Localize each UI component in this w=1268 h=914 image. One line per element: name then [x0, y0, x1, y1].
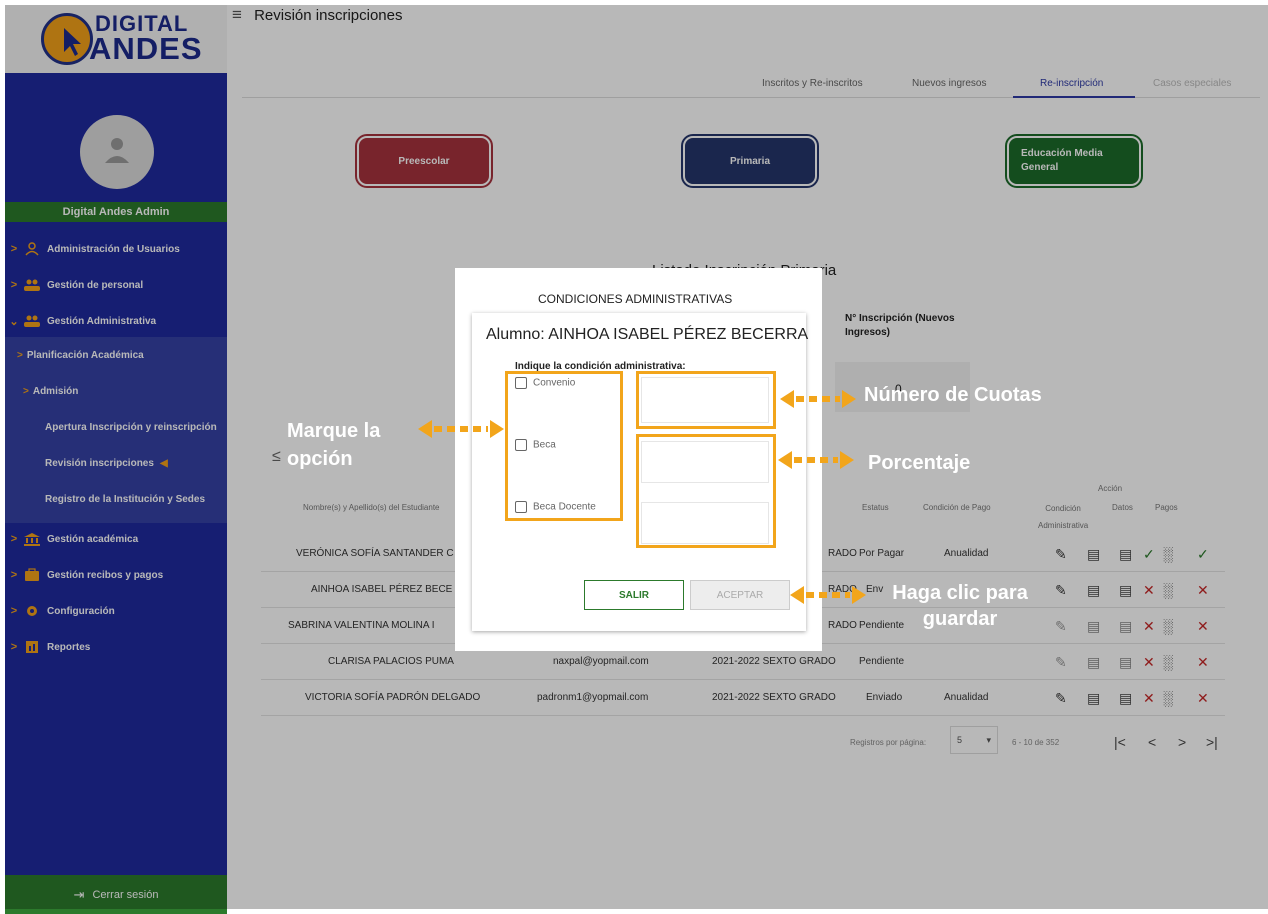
annotation-arrow-icon — [780, 390, 856, 408]
annotation-arrow-icon — [418, 420, 504, 438]
accept-button[interactable]: ACEPTAR — [690, 580, 790, 610]
annotation-guardar: Haga clic para guardar — [892, 582, 1028, 630]
annotation-arrow-icon — [790, 586, 866, 604]
annotation-select: Marque la opción — [287, 420, 381, 470]
dialog-title: CONDICIONES ADMINISTRATIVAS — [538, 292, 733, 306]
annotation-box-cuotas — [636, 371, 776, 429]
student-name: Alumno: AINHOA ISABEL PÉREZ BECERRA — [486, 326, 809, 343]
annotation-arrow-icon — [778, 451, 854, 469]
annotation-box-porcentaje — [636, 434, 776, 548]
annotation-cuotas: Número de Cuotas — [864, 384, 1042, 406]
annotation-porcentaje: Porcentaje — [868, 452, 971, 474]
annotation-box-options — [505, 371, 623, 521]
exit-button[interactable]: SALIR — [584, 580, 684, 610]
sidebar-backdrop — [5, 5, 227, 909]
